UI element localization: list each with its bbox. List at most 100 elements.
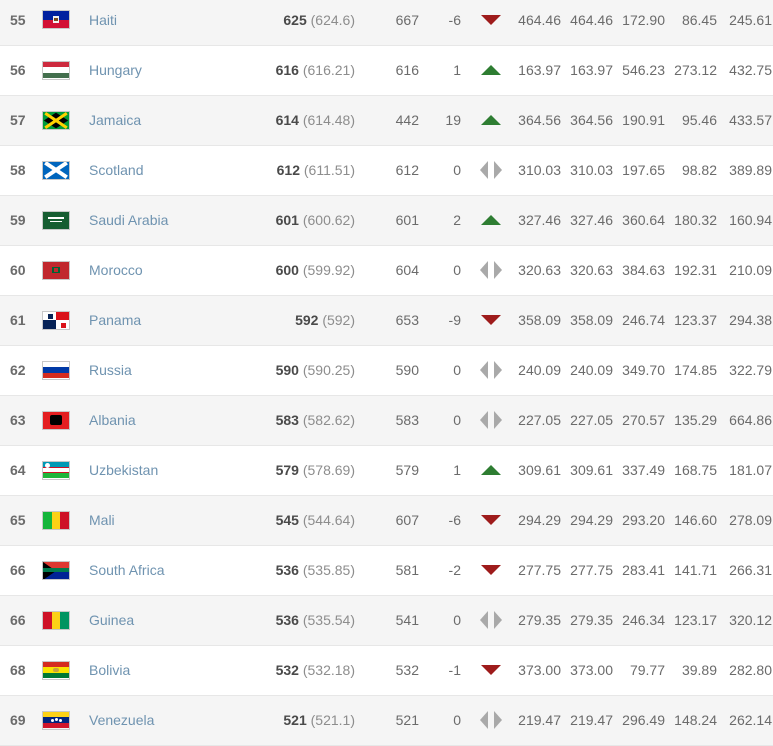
table-row[interactable]: 65 Mali 545 (544.64) 607 -6 294.29 294.29 293.2… — [0, 495, 773, 545]
uzbekistan-flag — [42, 460, 70, 480]
team-link[interactable]: Guinea — [89, 612, 134, 628]
rank-value: 69 — [10, 712, 26, 728]
points-cell: 532 (532.18) — [248, 645, 363, 695]
team-link[interactable]: Jamaica — [89, 112, 141, 128]
team-cell: Uzbekistan — [80, 445, 248, 495]
stat-3-value: 79.77 — [629, 662, 665, 678]
team-link[interactable]: Morocco — [89, 262, 143, 278]
points-exact-value: (544.64) — [302, 512, 355, 528]
stat-2-value: 364.56 — [570, 112, 613, 128]
stat-1-value: 310.03 — [518, 162, 561, 178]
stat-3-value: 190.91 — [622, 112, 665, 128]
previous-points-value: 601 — [395, 212, 419, 228]
stat-4-value: 135.29 — [674, 412, 717, 428]
team-link[interactable]: Uzbekistan — [89, 462, 158, 478]
rank-change-value: 0 — [453, 362, 461, 378]
rank-value: 62 — [10, 362, 26, 378]
table-row[interactable]: 68 Bolivia 532 (532.18) 532 -1 373.00 373.00 79… — [0, 645, 773, 695]
team-link[interactable]: Panama — [89, 312, 141, 328]
stat-3-value: 293.20 — [622, 512, 665, 528]
team-link[interactable]: Albania — [89, 412, 136, 428]
table-row[interactable]: 56 Hungary 616 (616.21) 616 1 163.97 163.97 546… — [0, 45, 773, 95]
team-link[interactable]: Bolivia — [89, 662, 130, 678]
no-change-icon — [480, 360, 502, 380]
rank-value: 61 — [10, 312, 26, 328]
team-link[interactable]: South Africa — [89, 562, 165, 578]
stat-3-value: 246.34 — [622, 612, 665, 628]
hungary-flag — [42, 60, 70, 80]
down-arrow-icon — [480, 310, 502, 330]
stat-5-value: 262.14 — [729, 712, 772, 728]
table-row[interactable]: 69 Venezuela 521 (521.1) 521 0 219.47 219.47 29… — [0, 695, 773, 745]
change-indicator — [467, 645, 515, 695]
table-row[interactable]: 57 Jamaica 614 (614.48) 442 19 364.56 364.56 19… — [0, 95, 773, 145]
stat-5-value: 266.31 — [729, 562, 772, 578]
team-link[interactable]: Russia — [89, 362, 132, 378]
stat-4-value: 86.45 — [681, 11, 717, 28]
team-cell: South Africa — [80, 545, 248, 595]
stat-3-value: 172.90 — [622, 11, 665, 28]
rank-change-value: 2 — [453, 212, 461, 228]
flag-cell — [42, 295, 80, 345]
previous-points-value: 612 — [395, 162, 419, 178]
table-row[interactable]: 58 Scotland 612 (611.51) 612 0 310.03 310.03 19… — [0, 145, 773, 195]
stat-3-value: 270.57 — [622, 412, 665, 428]
stat-2-value: 294.29 — [570, 512, 613, 528]
team-link[interactable]: Haiti — [89, 12, 117, 28]
table-row[interactable]: 64 Uzbekistan 579 (578.69) 579 1 309.61 309.61… — [0, 445, 773, 495]
stat-1-value: 240.09 — [518, 362, 561, 378]
rank-change-value: 0 — [453, 412, 461, 428]
change-indicator — [467, 495, 515, 545]
no-change-icon — [480, 160, 502, 180]
points-exact-value: (582.62) — [302, 412, 355, 428]
points-exact-value: (624.6) — [310, 11, 355, 28]
stat-4-value: 95.46 — [681, 112, 717, 128]
stat-4-value: 148.24 — [674, 712, 717, 728]
table-row[interactable]: 66 Guinea 536 (535.54) 541 0 279.35 279.35 246.… — [0, 595, 773, 645]
panama-flag — [42, 310, 70, 330]
points-exact-value: (535.85) — [302, 562, 355, 578]
team-link[interactable]: Venezuela — [89, 712, 154, 728]
table-row[interactable]: 55 Haiti 625 (624.6) 667 -6 464.46 464.46 172.9… — [0, 0, 773, 45]
up-arrow-icon — [480, 210, 502, 230]
team-link[interactable]: Saudi Arabia — [89, 212, 168, 228]
previous-points-value: 581 — [395, 562, 419, 578]
team-link[interactable]: Hungary — [89, 62, 142, 78]
stat-5-value: 432.75 — [729, 62, 772, 78]
table-row[interactable]: 60 Morocco 600 (599.92) 604 0 320.63 320.63 384… — [0, 245, 773, 295]
no-change-icon — [480, 410, 502, 430]
table-row[interactable]: 61 Panama 592 (592) 653 -9 358.09 358.09 246.74… — [0, 295, 773, 345]
flag-cell — [42, 395, 80, 445]
rank-value: 55 — [10, 11, 26, 28]
stat-3-value: 283.41 — [622, 562, 665, 578]
stat-5-value: 389.89 — [729, 162, 772, 178]
table-row[interactable]: 63 Albania 583 (582.62) 583 0 227.05 227.05 270… — [0, 395, 773, 445]
points-value: 625 — [283, 11, 307, 28]
team-link[interactable]: Scotland — [89, 162, 143, 178]
rank-value: 68 — [10, 662, 26, 678]
saudi-arabia-flag — [42, 210, 70, 230]
table-row[interactable]: 66 South Africa 536 (535.85) 581 -2 277.75 277… — [0, 545, 773, 595]
flag-cell — [42, 695, 80, 745]
table-row[interactable]: 59 Saudi Arabia 601 (600.62) 601 2 327.46 327.… — [0, 195, 773, 245]
rank-change-value: 0 — [453, 162, 461, 178]
team-cell: Panama — [80, 295, 248, 345]
stat-5-value: 664.86 — [729, 412, 772, 428]
team-link[interactable]: Mali — [89, 512, 115, 528]
table-row[interactable]: 62 Russia 590 (590.25) 590 0 240.09 240.09 349.… — [0, 345, 773, 395]
team-cell: Bolivia — [80, 645, 248, 695]
change-indicator — [467, 0, 515, 45]
points-cell: 616 (616.21) — [248, 45, 363, 95]
points-cell: 592 (592) — [248, 295, 363, 345]
points-exact-value: (616.21) — [302, 62, 355, 78]
points-cell: 583 (582.62) — [248, 395, 363, 445]
rank-change-value: -9 — [448, 312, 461, 328]
points-exact-value: (600.62) — [302, 212, 355, 228]
down-arrow-icon — [480, 10, 502, 30]
stat-5-value: 282.80 — [729, 662, 772, 678]
stat-4-value: 174.85 — [674, 362, 717, 378]
flag-cell — [42, 45, 80, 95]
stat-2-value: 279.35 — [570, 612, 613, 628]
stat-3-value: 337.49 — [622, 462, 665, 478]
stat-3-value: 349.70 — [622, 362, 665, 378]
